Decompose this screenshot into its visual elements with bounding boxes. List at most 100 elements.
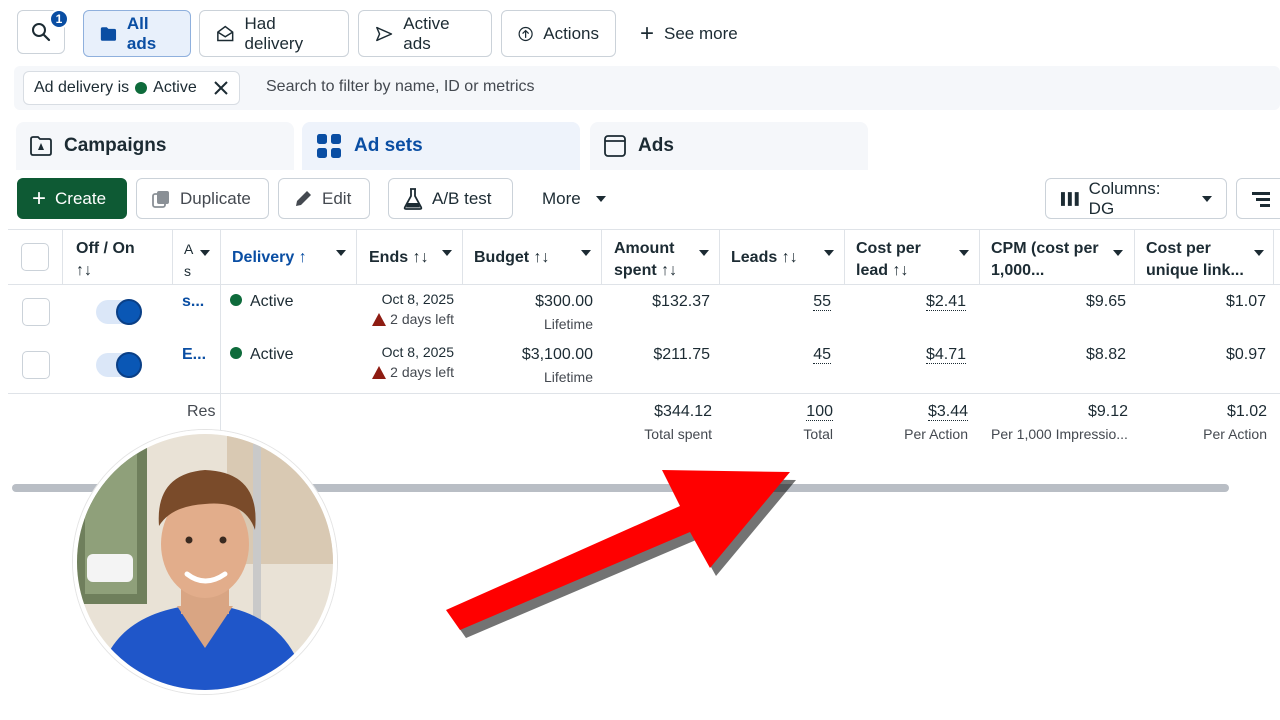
actions-chip[interactable]: Actions bbox=[501, 10, 616, 57]
toggle-knob bbox=[116, 352, 142, 378]
tab-ad-sets[interactable]: Ad sets bbox=[302, 122, 580, 170]
column-divider bbox=[979, 229, 980, 285]
edit-label: Edit bbox=[322, 188, 352, 208]
header-cpu-label-2: unique link... bbox=[1146, 262, 1244, 279]
plus-icon: + bbox=[32, 184, 47, 212]
edit-button[interactable]: Edit bbox=[278, 178, 370, 219]
cost-per-lead[interactable]: $2.41 bbox=[850, 293, 966, 311]
header-budget[interactable]: Budget ↑↓ bbox=[474, 247, 550, 269]
header-name-label: A bbox=[184, 241, 194, 257]
budget-type: Lifetime bbox=[543, 369, 593, 385]
total-leads[interactable]: 100 bbox=[730, 403, 833, 421]
flask-icon bbox=[403, 187, 423, 210]
delivery-filter-pill[interactable]: Ad delivery is Active bbox=[23, 71, 240, 105]
close-icon[interactable] bbox=[213, 80, 229, 96]
caret-down-icon[interactable] bbox=[959, 250, 969, 256]
total-cost-per-lead[interactable]: $3.44 bbox=[850, 403, 968, 421]
frozen-column-divider bbox=[220, 229, 221, 454]
caret-down-icon bbox=[1202, 195, 1212, 202]
results-label: Res bbox=[187, 403, 216, 420]
ab-test-label: A/B test bbox=[432, 188, 492, 208]
budget-value: $3,100.00 bbox=[521, 346, 593, 363]
duplicate-button[interactable]: Duplicate bbox=[136, 178, 269, 219]
warning-icon bbox=[372, 366, 387, 379]
cost-per-lead[interactable]: $4.71 bbox=[850, 346, 966, 364]
total-cpm: $9.12 bbox=[1087, 403, 1128, 420]
caret-down-icon[interactable] bbox=[699, 250, 709, 256]
delivery-status-label: Active bbox=[250, 346, 294, 363]
filter-search-input[interactable]: Search to filter by name, ID or metrics bbox=[266, 78, 535, 96]
caret-down-icon[interactable] bbox=[581, 250, 591, 256]
duplicate-icon bbox=[152, 190, 169, 208]
cost-per-lead-label: $2.41 bbox=[925, 293, 966, 311]
had-delivery-chip[interactable]: Had delivery bbox=[199, 10, 349, 57]
active-ads-label: Active ads bbox=[403, 13, 450, 53]
caret-down-icon[interactable] bbox=[824, 250, 834, 256]
caret-down-icon[interactable] bbox=[1254, 250, 1264, 256]
search-icon bbox=[32, 23, 51, 42]
search-button[interactable]: 1 bbox=[17, 9, 69, 54]
leads-value[interactable]: 55 bbox=[730, 293, 831, 311]
header-cpl-label: Cost per bbox=[856, 240, 921, 257]
header-bottom-border bbox=[8, 284, 1280, 285]
folder-outline-icon bbox=[30, 136, 52, 156]
folder-icon bbox=[100, 26, 117, 41]
presenter-avatar bbox=[73, 430, 337, 694]
all-ads-chip[interactable]: All ads bbox=[83, 10, 191, 57]
ends-date: Oct 8, 2025 bbox=[381, 291, 454, 307]
filter-bar: 1 All ads Had delivery Active ads Action… bbox=[0, 0, 1280, 66]
tab-ads[interactable]: Ads bbox=[590, 122, 868, 170]
header-cost-per-lead[interactable]: Cost per lead ↑↓ bbox=[856, 238, 921, 282]
red-arrow-icon bbox=[446, 470, 796, 638]
ad-set-name-link[interactable]: s... bbox=[182, 293, 204, 311]
caret-down-icon[interactable] bbox=[200, 250, 210, 256]
header-amount-label-2: spent ↑↓ bbox=[614, 262, 678, 279]
tab-campaigns[interactable]: Campaigns bbox=[16, 122, 294, 170]
duplicate-label: Duplicate bbox=[180, 188, 251, 208]
caret-down-icon[interactable] bbox=[336, 250, 346, 256]
see-more-button[interactable]: + See more bbox=[640, 10, 738, 57]
select-all-checkbox[interactable] bbox=[21, 243, 49, 271]
more-label: More bbox=[542, 188, 581, 208]
leads-value-label: 45 bbox=[813, 346, 831, 364]
more-dropdown[interactable]: More bbox=[528, 178, 618, 219]
rows-bottom-border bbox=[8, 393, 1280, 394]
create-button[interactable]: + Create bbox=[17, 178, 127, 219]
leads-value[interactable]: 45 bbox=[730, 346, 831, 364]
header-amount-label: Amount bbox=[614, 240, 675, 257]
ends-note: 2 days left bbox=[362, 311, 454, 327]
ad-window-icon bbox=[604, 135, 626, 157]
ad-set-name-link[interactable]: E... bbox=[182, 346, 206, 364]
header-off-on[interactable]: Off / On ↑↓ bbox=[76, 238, 135, 282]
caret-down-icon[interactable] bbox=[442, 250, 452, 256]
header-leads[interactable]: Leads ↑↓ bbox=[731, 247, 798, 269]
ab-test-button[interactable]: A/B test bbox=[388, 178, 513, 219]
delivery-status-label: Active bbox=[250, 293, 294, 310]
row-checkbox[interactable] bbox=[22, 298, 50, 326]
columns-dropdown[interactable]: Columns: DG bbox=[1045, 178, 1227, 219]
on-off-toggle[interactable] bbox=[96, 352, 142, 378]
breakdown-button[interactable] bbox=[1236, 178, 1280, 219]
active-ads-chip[interactable]: Active ads bbox=[358, 10, 492, 57]
header-amount-spent[interactable]: Amount spent ↑↓ bbox=[614, 238, 677, 282]
header-ends[interactable]: Ends ↑↓ bbox=[369, 247, 429, 269]
caret-down-icon[interactable] bbox=[1113, 250, 1123, 256]
header-cpl-label-2: lead ↑↓ bbox=[856, 262, 909, 279]
header-delivery[interactable]: Delivery ↑ bbox=[232, 247, 307, 269]
envelope-open-icon bbox=[217, 25, 234, 41]
cost-per-unique-link: $0.97 bbox=[1225, 346, 1266, 363]
ends-note: 2 days left bbox=[362, 364, 454, 380]
presenter-photo bbox=[77, 434, 333, 690]
header-name[interactable]: A s bbox=[184, 238, 193, 282]
cost-per-lead-label: $4.71 bbox=[925, 346, 966, 364]
amount-spent: $211.75 bbox=[653, 346, 710, 363]
table-top-border bbox=[8, 229, 1280, 230]
header-cpm[interactable]: CPM (cost per 1,000... bbox=[991, 238, 1099, 282]
tab-ad-sets-label: Ad sets bbox=[354, 135, 423, 156]
header-cost-per-unique-link[interactable]: Cost per unique link... bbox=[1146, 238, 1244, 282]
total-cost-per-unique-link: $1.02 bbox=[1226, 403, 1267, 420]
column-divider bbox=[462, 229, 463, 285]
on-off-toggle[interactable] bbox=[96, 299, 142, 325]
row-checkbox[interactable] bbox=[22, 351, 50, 379]
active-filter-row: Ad delivery is Active Search to filter b… bbox=[14, 66, 1280, 110]
